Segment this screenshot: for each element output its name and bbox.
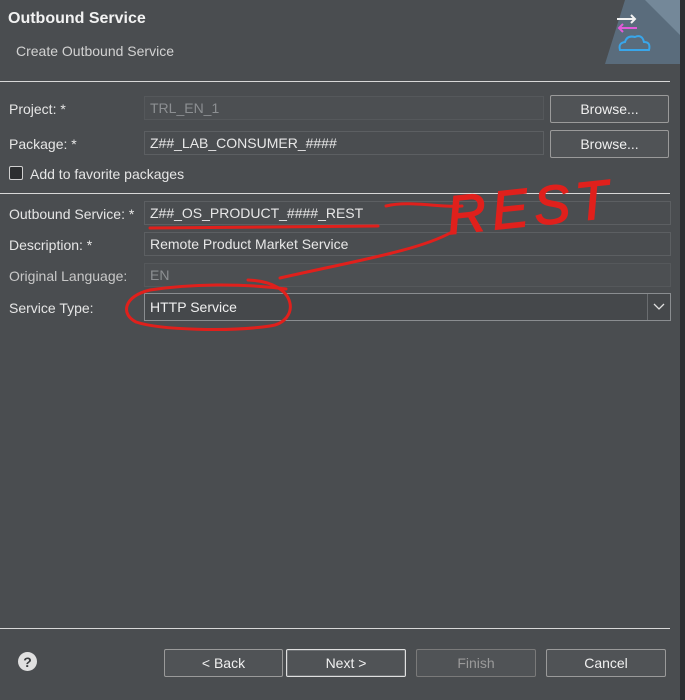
finish-button: Finish: [416, 649, 536, 677]
browse-project-button[interactable]: Browse...: [550, 95, 669, 123]
description-field[interactable]: Remote Product Market Service: [144, 232, 671, 256]
favorite-packages-checkbox[interactable]: [9, 166, 23, 180]
package-field[interactable]: Z##_LAB_CONSUMER_####: [144, 131, 544, 155]
page-title: Outbound Service: [8, 10, 146, 27]
original-language-label: Original Language:: [9, 268, 128, 284]
header-divider: [0, 81, 670, 82]
help-icon[interactable]: ?: [18, 652, 37, 671]
wizard-header: Outbound Service Create Outbound Service: [0, 0, 685, 80]
window-edge: [680, 0, 685, 700]
browse-package-button[interactable]: Browse...: [550, 130, 669, 158]
next-button[interactable]: Next >: [286, 649, 406, 677]
footer-divider: [0, 628, 670, 629]
outbound-service-label: Outbound Service: *: [9, 206, 135, 222]
service-type-value: HTTP Service: [150, 299, 237, 315]
package-label: Package: *: [9, 136, 77, 152]
section-divider: [0, 193, 670, 194]
wizard-banner-image: [605, 0, 685, 64]
outbound-service-icon: [605, 0, 685, 64]
outbound-service-field[interactable]: Z##_OS_PRODUCT_####_REST: [144, 201, 671, 225]
page-subtitle: Create Outbound Service: [16, 43, 174, 59]
annotation-underline: [148, 224, 380, 230]
cancel-button[interactable]: Cancel: [546, 649, 666, 677]
favorite-packages-label: Add to favorite packages: [30, 166, 185, 182]
chevron-down-icon[interactable]: [647, 294, 670, 320]
project-field: TRL_EN_1: [144, 96, 544, 120]
service-type-dropdown[interactable]: HTTP Service: [144, 293, 671, 321]
service-type-label: Service Type:: [9, 300, 94, 316]
description-label: Description: *: [9, 237, 93, 253]
original-language-field: EN: [144, 263, 671, 287]
project-label: Project: *: [9, 101, 66, 117]
back-button[interactable]: < Back: [164, 649, 283, 677]
